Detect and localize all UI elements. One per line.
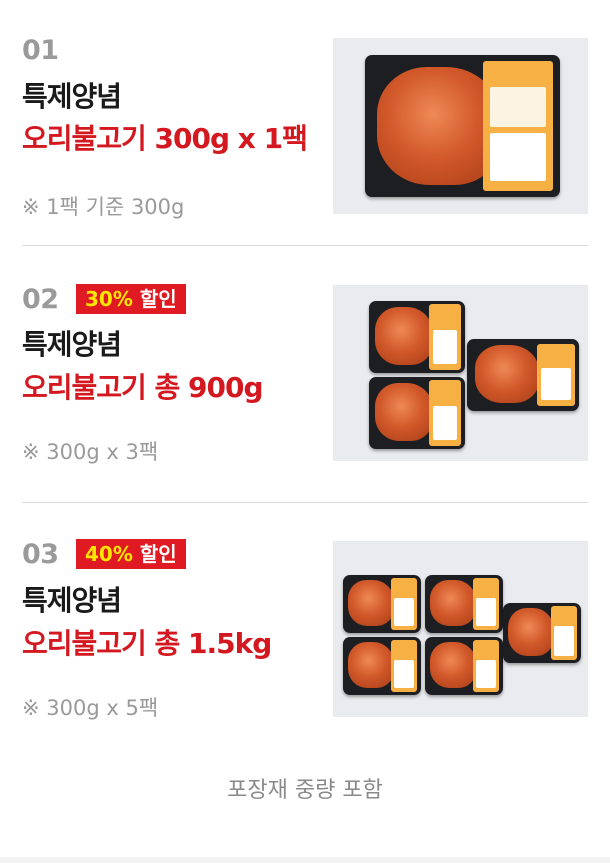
option-number: 01 — [22, 35, 59, 66]
meat-tray — [467, 339, 579, 411]
product-subtitle: 오리불고기 총 1.5kg — [22, 627, 272, 660]
bottom-divider — [0, 857, 610, 863]
packaging-weight-note: 포장재 중량 포함 — [227, 778, 383, 803]
discount-badge: 40% 할인 — [76, 539, 186, 569]
discount-label: 할인 — [139, 287, 177, 311]
meat-tray — [343, 575, 421, 633]
divider — [22, 245, 588, 246]
meat-tray — [343, 637, 421, 695]
product-note: ※ 300g x 5팩 — [22, 696, 159, 720]
product-title: 특제양념 — [22, 328, 122, 361]
meat-tray — [425, 637, 503, 695]
product-title: 특제양념 — [22, 584, 122, 617]
product-option-1[interactable]: 01 특제양념 오리불고기 300g x 1팩 ※ 1팩 기준 300g — [0, 0, 610, 256]
option-number: 02 — [22, 284, 59, 315]
meat-tray — [503, 603, 581, 663]
meat-tray — [365, 55, 560, 197]
discount-percent: 40% — [85, 542, 133, 566]
product-option-2[interactable]: 02 30% 할인 특제양념 오리불고기 총 900g ※ 300g x 3팩 — [0, 247, 610, 503]
discount-label: 할인 — [139, 542, 177, 566]
product-note: ※ 1팩 기준 300g — [22, 195, 185, 219]
product-title: 특제양념 — [22, 80, 122, 113]
meat-tray — [369, 377, 465, 449]
product-option-3[interactable]: 03 40% 할인 특제양념 오리불고기 총 1.5kg ※ 300g x 5팩 — [0, 503, 610, 759]
product-photo — [333, 541, 588, 717]
discount-badge: 30% 할인 — [76, 284, 186, 314]
discount-percent: 30% — [85, 287, 133, 311]
product-photo — [333, 38, 588, 214]
meat-tray — [425, 575, 503, 633]
option-number: 03 — [22, 539, 59, 570]
product-subtitle: 오리불고기 300g x 1팩 — [22, 122, 308, 155]
product-photo — [333, 285, 588, 461]
product-note: ※ 300g x 3팩 — [22, 440, 159, 464]
product-subtitle: 오리불고기 총 900g — [22, 371, 264, 404]
meat-tray — [369, 301, 465, 373]
